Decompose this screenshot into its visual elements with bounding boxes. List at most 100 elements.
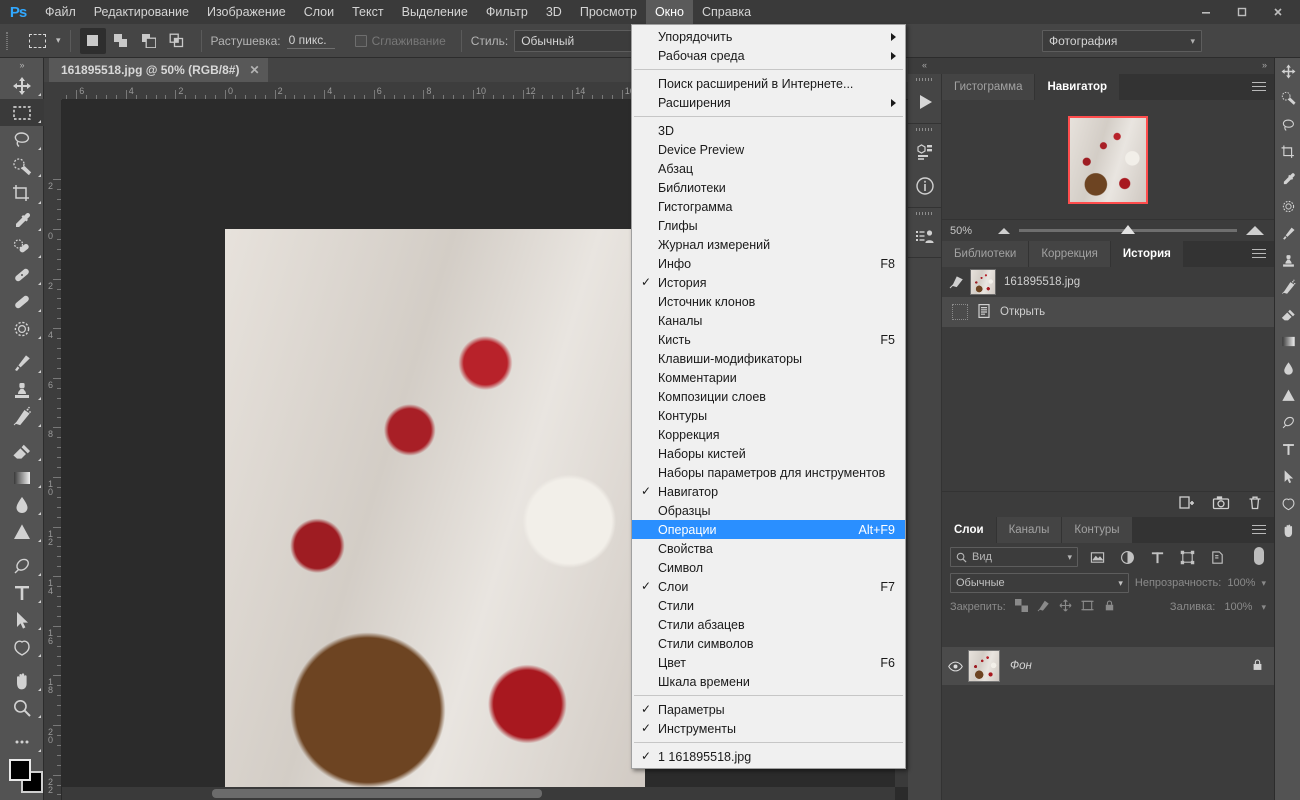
- lock-artboard-nesting-icon[interactable]: [1081, 599, 1094, 615]
- blend-mode-select[interactable]: Обычные ▾: [950, 573, 1129, 593]
- opacity-value[interactable]: 100%: [1227, 577, 1255, 589]
- 3d-panel-icon[interactable]: [908, 135, 941, 169]
- move-tool[interactable]: [1275, 58, 1300, 85]
- panel-menu-icon[interactable]: [1252, 525, 1266, 536]
- history-brush-tool[interactable]: [1275, 274, 1300, 301]
- filter-type-icon[interactable]: [1146, 547, 1168, 567]
- options-bar-grip[interactable]: [0, 24, 14, 58]
- menu-item-2-25[interactable]: Стили: [632, 596, 905, 615]
- menu-item-2-26[interactable]: Стили абзацев: [632, 615, 905, 634]
- menu-item-2-27[interactable]: Стили символов: [632, 634, 905, 653]
- menu-item-2-24[interactable]: ✓ Слои F7: [632, 577, 905, 596]
- tab-history-0[interactable]: Библиотеки: [942, 241, 1030, 267]
- menu-item-0-0[interactable]: Упорядочить: [632, 27, 905, 46]
- layer-visibility-toggle[interactable]: [942, 661, 968, 672]
- filter-adjustment-icon[interactable]: [1116, 547, 1138, 567]
- menu-item-2-20[interactable]: Образцы: [632, 501, 905, 520]
- history-snapshot-row[interactable]: 161895518.jpg: [942, 267, 1274, 297]
- zoom-slider-track[interactable]: [1019, 225, 1237, 234]
- lock-transparent-pixels-icon[interactable]: [1014, 599, 1028, 615]
- menu-5[interactable]: Выделение: [393, 0, 477, 24]
- new-selection-button[interactable]: [79, 27, 106, 54]
- menu-item-3-1[interactable]: ✓ Инструменты: [632, 719, 905, 738]
- eyedropper-tool[interactable]: [1275, 166, 1300, 193]
- horizontal-scrollbar[interactable]: [62, 787, 895, 800]
- blur-tool[interactable]: [1275, 355, 1300, 382]
- style-select[interactable]: Обычный ▾: [514, 29, 647, 52]
- menu-item-2-16[interactable]: Коррекция: [632, 425, 905, 444]
- menu-item-2-6[interactable]: Журнал измерений: [632, 235, 905, 254]
- menu-item-2-13[interactable]: Комментарии: [632, 368, 905, 387]
- menu-item-2-12[interactable]: Клавиши-модификаторы: [632, 349, 905, 368]
- type-tool[interactable]: [1275, 436, 1300, 463]
- lock-all-icon[interactable]: [1103, 599, 1116, 615]
- menu-item-2-17[interactable]: Наборы кистей: [632, 444, 905, 463]
- eraser-tool[interactable]: [0, 437, 44, 464]
- quick-selection-tool[interactable]: [1275, 85, 1300, 112]
- collapse-left-icon[interactable]: «: [922, 60, 927, 70]
- layer-thumbnail[interactable]: [968, 650, 1000, 682]
- blur-tool[interactable]: [0, 491, 44, 518]
- feather-input[interactable]: 0 пикс.: [286, 32, 335, 49]
- menu-item-2-28[interactable]: Цвет F6: [632, 653, 905, 672]
- fill-value[interactable]: 100%: [1224, 601, 1252, 613]
- menu-8[interactable]: Просмотр: [571, 0, 646, 24]
- scrollbar-thumb[interactable]: [212, 789, 542, 798]
- menu-4[interactable]: Текст: [343, 0, 392, 24]
- foreground-color-swatch[interactable]: [9, 759, 31, 781]
- navigator-preview-stage[interactable]: [942, 100, 1274, 219]
- menu-6[interactable]: Фильтр: [477, 0, 537, 24]
- tools-panel-grip[interactable]: »: [0, 58, 43, 72]
- shape-tool[interactable]: [1275, 490, 1300, 517]
- menu-item-2-1[interactable]: Device Preview: [632, 140, 905, 159]
- dodge-tool[interactable]: [1275, 382, 1300, 409]
- content-aware-move-tool[interactable]: [0, 315, 44, 342]
- shape-tool[interactable]: [0, 633, 44, 660]
- path-selection-tool[interactable]: [1275, 463, 1300, 490]
- menu-item-4-0[interactable]: ✓ 1 161895518.jpg: [632, 747, 905, 766]
- icon-group-grip[interactable]: [908, 74, 941, 85]
- lock-image-pixels-icon[interactable]: [1037, 599, 1050, 615]
- eyedropper-tool[interactable]: [0, 207, 44, 234]
- menu-item-1-1[interactable]: Расширения: [632, 93, 905, 112]
- zoom-in-triangle-icon[interactable]: [1246, 226, 1264, 235]
- minimize-button[interactable]: [1188, 2, 1224, 22]
- history-state-row[interactable]: Открыть: [942, 297, 1274, 327]
- menu-2[interactable]: Изображение: [198, 0, 295, 24]
- menu-9[interactable]: Окно: [645, 0, 693, 24]
- menu-3[interactable]: Слои: [295, 0, 343, 24]
- menu-1[interactable]: Редактирование: [85, 0, 198, 24]
- path-selection-tool[interactable]: [0, 606, 44, 633]
- menu-item-3-0[interactable]: ✓ Параметры: [632, 700, 905, 719]
- menu-item-2-2[interactable]: Абзац: [632, 159, 905, 178]
- move-tool[interactable]: [0, 72, 44, 99]
- pen-tool[interactable]: [1275, 409, 1300, 436]
- close-button[interactable]: [1260, 2, 1296, 22]
- spot-healing-brush-tool[interactable]: [0, 234, 44, 261]
- type-tool[interactable]: [0, 579, 44, 606]
- filter-smart-object-icon[interactable]: [1206, 547, 1228, 567]
- layer-row[interactable]: Фон: [942, 647, 1274, 685]
- zoom-slider-knob[interactable]: [1121, 225, 1136, 234]
- menu-item-2-23[interactable]: Символ: [632, 558, 905, 577]
- tab-layers-2[interactable]: Контуры: [1062, 517, 1133, 543]
- layer-name[interactable]: Фон: [1010, 660, 1032, 672]
- menu-7[interactable]: 3D: [537, 0, 571, 24]
- chevron-down-icon[interactable]: ▾: [1261, 602, 1266, 613]
- dodge-tool[interactable]: [0, 518, 44, 545]
- menu-item-2-19[interactable]: ✓ Навигатор: [632, 482, 905, 501]
- filter-pixel-icon[interactable]: [1086, 547, 1108, 567]
- history-brush-tool[interactable]: [0, 403, 44, 430]
- chevron-down-icon[interactable]: ▾: [1261, 578, 1266, 589]
- gradient-tool[interactable]: [0, 464, 44, 491]
- layer-filter-kind-select[interactable]: Вид ▾: [950, 547, 1078, 567]
- menu-item-0-1[interactable]: Рабочая среда: [632, 46, 905, 65]
- menu-item-2-18[interactable]: Наборы параметров для инструментов: [632, 463, 905, 482]
- menu-0[interactable]: Файл: [36, 0, 85, 24]
- history-state-checkbox[interactable]: [952, 304, 968, 320]
- eraser-tool[interactable]: [1275, 301, 1300, 328]
- panel-menu-icon[interactable]: [1252, 249, 1266, 260]
- menu-item-2-4[interactable]: Гистограмма: [632, 197, 905, 216]
- crop-tool[interactable]: [1275, 139, 1300, 166]
- menu-item-2-5[interactable]: Глифы: [632, 216, 905, 235]
